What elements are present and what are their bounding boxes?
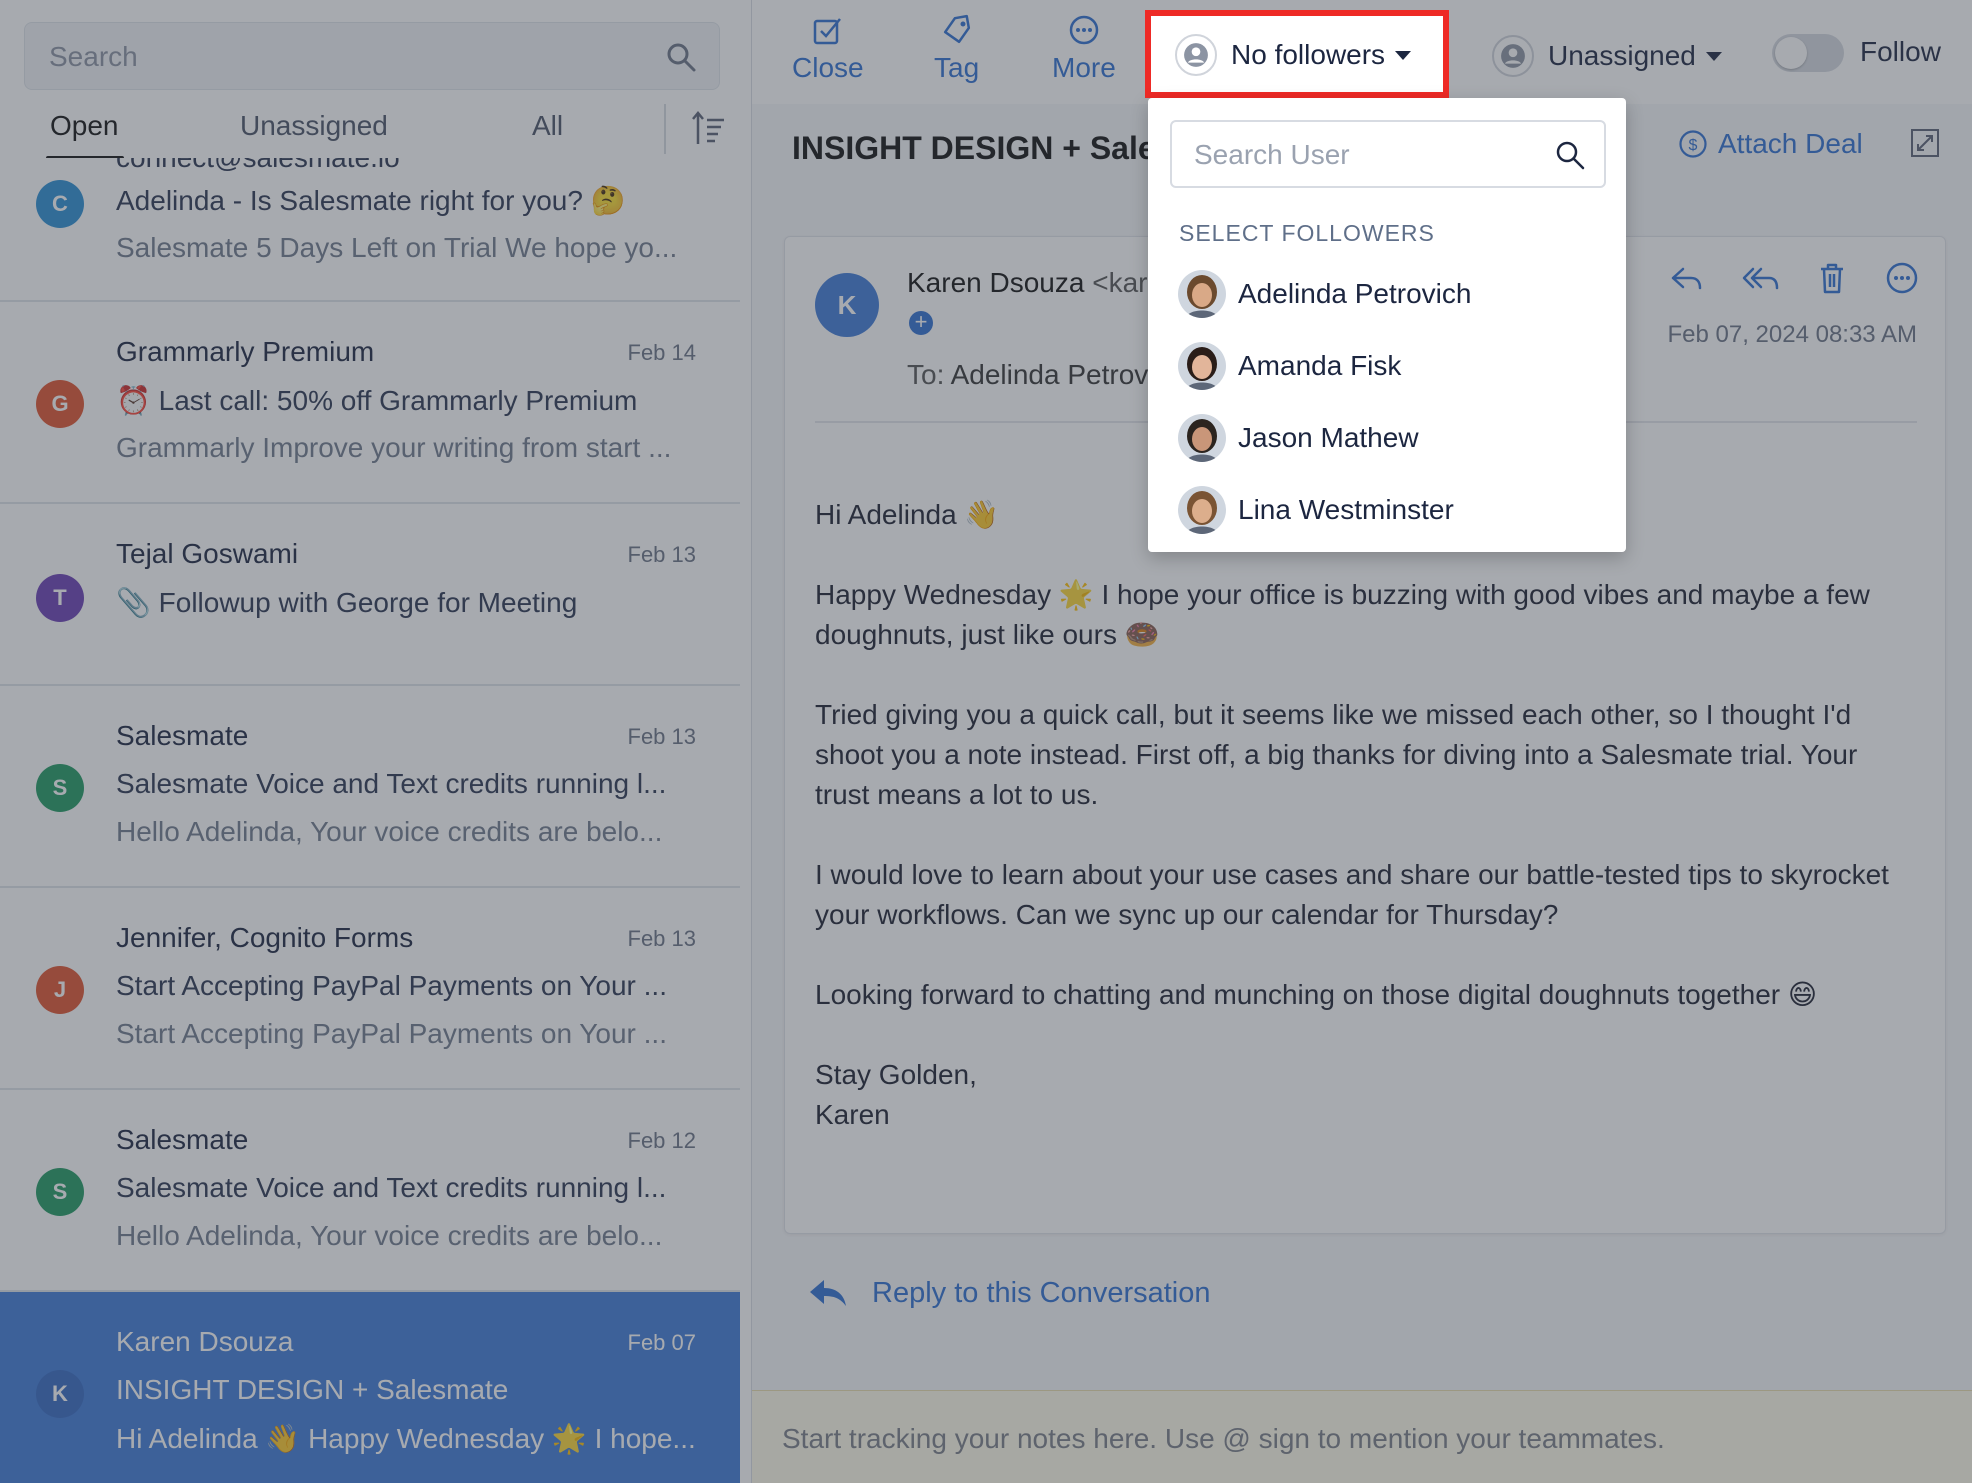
follower-name: Jason Mathew xyxy=(1238,422,1419,453)
user-search-input[interactable] xyxy=(1194,137,1554,173)
chevron-down-icon xyxy=(1395,50,1412,60)
user-icon xyxy=(1175,34,1217,76)
search-icon[interactable] xyxy=(1554,139,1586,171)
follower-option[interactable]: Adelinda Petrovich xyxy=(1178,270,1471,318)
followers-dropdown: SELECT FOLLOWERS Adelinda Petrovich Aman… xyxy=(1148,98,1626,552)
followers-dropdown-button[interactable]: No followers xyxy=(1145,10,1449,98)
avatar xyxy=(1178,414,1226,462)
follower-option[interactable]: Amanda Fisk xyxy=(1178,342,1401,390)
select-followers-heading: SELECT FOLLOWERS xyxy=(1179,220,1435,246)
modal-backdrop[interactable] xyxy=(0,0,1972,1483)
follower-option[interactable]: Jason Mathew xyxy=(1178,414,1419,462)
follower-name: Adelinda Petrovich xyxy=(1238,278,1472,309)
follower-name: Lina Westminster xyxy=(1238,494,1454,525)
user-search[interactable] xyxy=(1170,120,1606,188)
follower-name: Amanda Fisk xyxy=(1238,350,1402,381)
avatar xyxy=(1178,270,1226,318)
avatar xyxy=(1178,486,1226,534)
followers-label: No followers xyxy=(1231,39,1386,70)
followers-button-content: No followers xyxy=(1175,34,1412,76)
avatar xyxy=(1178,342,1226,390)
follower-option[interactable]: Lina Westminster xyxy=(1178,486,1454,534)
